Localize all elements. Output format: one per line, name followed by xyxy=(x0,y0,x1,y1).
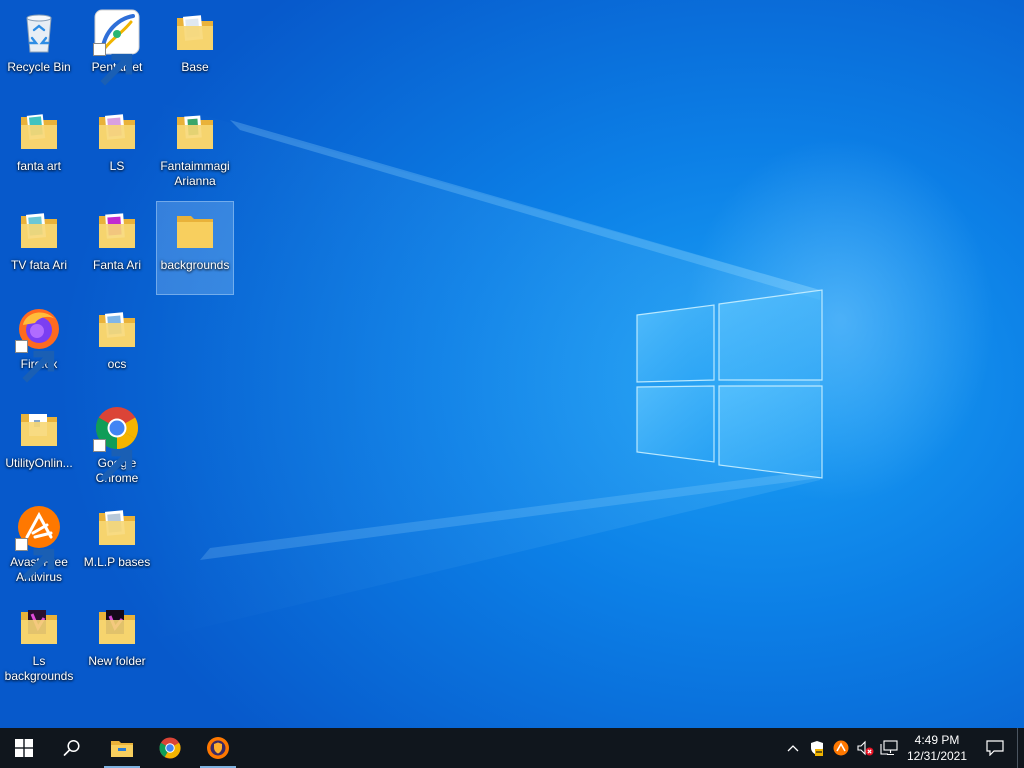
icon-label: Fantaimmagi Arianna xyxy=(160,159,230,188)
search-icon xyxy=(63,739,80,756)
folder-backgrounds[interactable]: backgrounds xyxy=(156,201,234,295)
chrome-shortcut[interactable]: Google Chrome xyxy=(79,400,155,492)
shortcut-arrow-icon xyxy=(15,340,55,383)
folder-icon xyxy=(111,741,133,757)
folder-icon xyxy=(99,610,135,644)
network-tray-icon[interactable] xyxy=(877,728,901,768)
folder-icon xyxy=(21,610,57,644)
search-button[interactable] xyxy=(48,728,96,768)
folder-icon xyxy=(177,216,213,248)
folder-icon xyxy=(99,213,135,248)
action-center-icon xyxy=(986,740,1004,756)
folder-ls[interactable]: LS xyxy=(79,103,155,195)
folder-icon xyxy=(99,114,135,149)
recycle-bin[interactable]: Recycle Bin xyxy=(1,4,77,96)
folder-ocs[interactable]: ocs xyxy=(79,301,155,393)
avast-secure-browser-button[interactable] xyxy=(194,728,242,768)
shortcut-arrow-icon xyxy=(15,538,55,581)
icon-label: Ls backgrounds xyxy=(4,654,74,683)
shortcut-arrow-icon xyxy=(93,43,133,86)
desktop[interactable]: Recycle Bin fanta art TV fata Ari Firefo… xyxy=(0,0,1024,728)
avast-browser-icon xyxy=(207,737,229,759)
folder-fanta-ari[interactable]: Fanta Ari xyxy=(79,202,155,294)
folder-icon xyxy=(99,312,135,347)
icon-label: Fanta Ari xyxy=(92,258,142,272)
pentablet-shortcut[interactable]: Pentablet xyxy=(79,4,155,96)
icon-label: Recycle Bin xyxy=(7,60,71,74)
folder-icon xyxy=(21,213,57,248)
firefox-shortcut[interactable]: Firefox xyxy=(1,301,77,393)
volume-tray-icon[interactable] xyxy=(853,728,877,768)
recycle-bin-icon xyxy=(26,14,52,53)
system-tray: 4:49 PM 12/31/2021 xyxy=(781,728,1024,768)
chrome-taskbar-button[interactable] xyxy=(146,728,194,768)
shortcut-arrow-icon xyxy=(93,439,133,482)
windows-logo-icon xyxy=(15,739,33,757)
folder-utilityonline[interactable]: UtilityOnlin... xyxy=(1,400,77,492)
folder-new-folder[interactable]: New folder xyxy=(79,598,155,690)
icon-label: backgrounds xyxy=(160,258,230,272)
avast-icon xyxy=(833,740,849,756)
show-hidden-icons-button[interactable] xyxy=(781,728,805,768)
clock-date: 12/31/2021 xyxy=(906,749,968,763)
avast-tray-icon[interactable] xyxy=(829,728,853,768)
folder-ls-backgrounds[interactable]: Ls backgrounds xyxy=(1,598,77,690)
shield-icon xyxy=(811,741,823,756)
start-button[interactable] xyxy=(0,728,48,768)
action-center-button[interactable] xyxy=(973,728,1017,768)
folder-base[interactable]: Base xyxy=(157,4,233,96)
icon-label: LS xyxy=(109,159,125,173)
taskbar: 4:49 PM 12/31/2021 xyxy=(0,728,1024,768)
icon-label: M.L.P bases xyxy=(83,555,151,569)
folder-mlp-bases[interactable]: M.L.P bases xyxy=(79,499,155,591)
folder-fanta-art[interactable]: fanta art xyxy=(1,103,77,195)
folder-icon xyxy=(21,114,57,149)
icon-label: UtilityOnlin... xyxy=(5,456,73,470)
icon-label: ocs xyxy=(107,357,127,371)
folder-tv-fata-ari[interactable]: TV fata Ari xyxy=(1,202,77,294)
chrome-icon xyxy=(159,737,181,759)
network-icon xyxy=(880,740,898,756)
icon-label: fanta art xyxy=(16,159,62,173)
speaker-muted-icon xyxy=(857,740,874,756)
chevron-up-icon xyxy=(787,745,799,752)
icon-label: Base xyxy=(181,60,209,74)
icon-label: TV fata Ari xyxy=(10,258,68,272)
show-desktop-button[interactable] xyxy=(1017,728,1024,768)
folder-icon xyxy=(21,414,57,446)
folder-icon xyxy=(177,15,213,50)
windows-security-tray-icon[interactable] xyxy=(805,728,829,768)
folder-icon xyxy=(99,510,135,545)
file-explorer-button[interactable] xyxy=(98,728,146,768)
taskbar-clock[interactable]: 4:49 PM 12/31/2021 xyxy=(901,728,973,768)
avast-shortcut[interactable]: Avast Free Antivirus xyxy=(1,499,77,591)
clock-time: 4:49 PM xyxy=(914,733,960,747)
folder-icon xyxy=(177,115,213,149)
folder-fantaimmagi-arianna[interactable]: Fantaimmagi Arianna xyxy=(157,103,233,195)
icon-label: New folder xyxy=(88,654,146,668)
